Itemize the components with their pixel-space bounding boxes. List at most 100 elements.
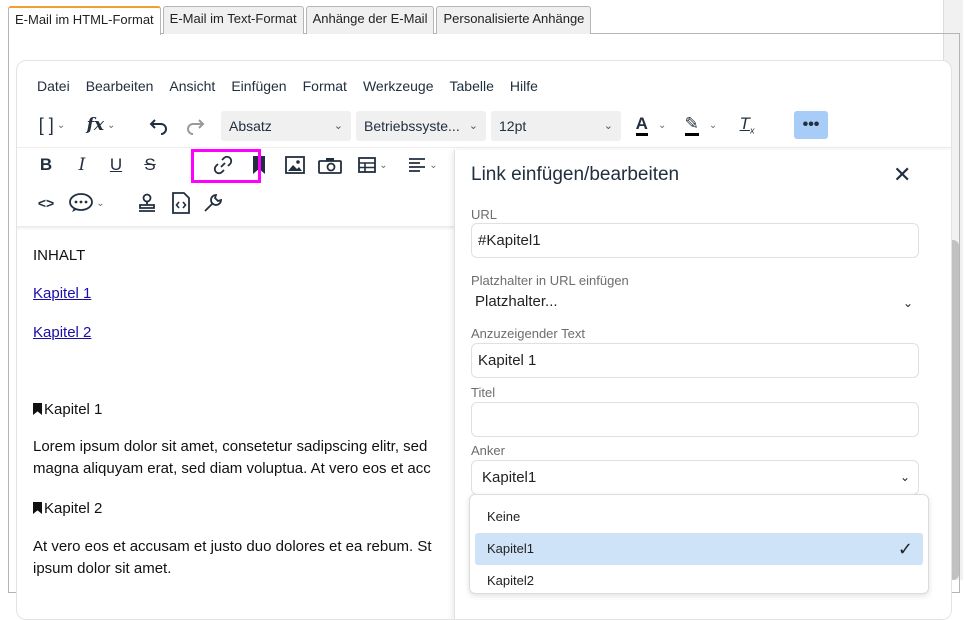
table-button[interactable]: ⌄	[353, 151, 393, 179]
menu-edit[interactable]: Bearbeiten	[78, 77, 162, 95]
title-label: Titel	[471, 385, 496, 400]
clear-format-icon: Tx	[739, 114, 755, 136]
more-icon: •••	[802, 116, 820, 133]
block-format-select[interactable]: Absatz ⌄	[221, 111, 351, 141]
anchor-option-keine[interactable]: Keine	[470, 501, 928, 533]
chevron-down-icon: ⌄	[107, 119, 116, 131]
toolbar-divider	[17, 147, 951, 148]
underline-icon: U	[109, 155, 123, 174]
anchor-select[interactable]: Kapitel1 ⌄	[471, 460, 919, 495]
strikethrough-button[interactable]: S	[139, 151, 161, 179]
highlight-box	[191, 149, 261, 183]
anchor-label: Anker	[471, 443, 505, 458]
comment-button[interactable]: ⌄	[67, 189, 107, 217]
paragraph-1-line-1: Lorem ipsum dolor sit amet, consetetur s…	[33, 438, 428, 455]
tab-html-email[interactable]: E-Mail im HTML-Format	[8, 6, 161, 35]
bookmark-icon	[33, 403, 42, 415]
text-color-button[interactable]: A ⌄	[629, 111, 673, 139]
anchor-kapitel-1: Kapitel 1	[44, 401, 103, 418]
checkmark-icon: ✓	[897, 539, 913, 559]
menu-view[interactable]: Ansicht	[161, 77, 223, 95]
chevron-down-icon: ⌄	[468, 120, 478, 132]
underline-button[interactable]: U	[105, 151, 127, 179]
fx-icon: 𝒇x	[86, 115, 105, 135]
bookmark-icon	[33, 502, 42, 514]
chevron-down-icon: ⌄	[899, 470, 910, 484]
insert-media-button[interactable]	[317, 151, 343, 179]
stamp-button[interactable]	[135, 189, 159, 217]
italic-icon: I	[78, 155, 86, 175]
toolbar-shadow	[17, 226, 457, 230]
source-code-button[interactable]: <>	[35, 189, 57, 217]
anchor-kapitel-2: Kapitel 2	[44, 500, 103, 517]
anchor-option-label: Kapitel1	[487, 541, 534, 556]
menu-table[interactable]: Tabelle	[442, 77, 502, 95]
undo-icon	[149, 119, 167, 135]
placeholder-label: Platzhalter in URL einfügen	[471, 273, 629, 288]
menubar: Datei Bearbeiten Ansicht Einfügen Format…	[29, 77, 546, 95]
menu-help[interactable]: Hilfe	[502, 77, 546, 95]
link-kapitel-2[interactable]: Kapitel 2	[33, 324, 91, 341]
highlight-color-button[interactable]: ✎ ⌄	[679, 111, 723, 139]
chevron-down-icon: ⌄	[379, 159, 388, 171]
chevron-down-icon: ⌄	[96, 197, 105, 209]
anchor-option-kapitel1[interactable]: Kapitel1 ✓	[475, 533, 923, 565]
more-toolbar-button[interactable]: •••	[794, 111, 828, 139]
display-text-input[interactable]: Kapitel 1	[471, 343, 919, 378]
settings-button[interactable]	[201, 189, 225, 217]
close-icon[interactable]: ✕	[893, 162, 911, 188]
chevron-down-icon: ⌄	[333, 120, 343, 132]
align-button[interactable]: ⌄	[403, 151, 443, 179]
text-color-icon: A	[635, 114, 648, 136]
paragraph-1-line-2: magna aliquyam erat, sed diam voluptua. …	[33, 460, 431, 477]
anchor-dropdown-list: Keine Kapitel1 ✓ Kapitel2	[469, 494, 929, 594]
strikethrough-icon: S	[144, 155, 156, 174]
menu-tools[interactable]: Werkzeuge	[355, 77, 442, 95]
dialog-title: Link einfügen/bearbeiten	[471, 164, 680, 185]
url-input[interactable]: #Kapitel1	[471, 223, 919, 258]
chevron-down-icon: ⌄	[903, 296, 914, 310]
toolbar-row-3: <> ⌄	[29, 189, 459, 219]
brackets-icon: [ ]	[38, 114, 54, 135]
placeholder-brackets-button[interactable]: [ ] ⌄	[33, 111, 71, 139]
camera-icon	[318, 158, 342, 174]
font-size-select[interactable]: 12pt ⌄	[491, 111, 621, 141]
formula-button[interactable]: 𝒇x ⌄	[81, 111, 121, 139]
font-family-value: Betriebssyste...	[364, 118, 460, 134]
chevron-down-icon: ⌄	[708, 119, 718, 131]
stamp-icon	[139, 193, 155, 212]
italic-button[interactable]: I	[71, 151, 93, 179]
content-heading: INHALT	[33, 247, 86, 264]
font-size-value: 12pt	[499, 118, 527, 134]
paragraph-2-line-2: ipsum dolor sit amet.	[33, 560, 172, 577]
chevron-down-icon: ⌄	[429, 159, 438, 171]
menu-file[interactable]: Datei	[29, 77, 78, 95]
link-kapitel-1[interactable]: Kapitel 1	[33, 285, 91, 302]
code-file-button[interactable]	[169, 189, 193, 217]
redo-button[interactable]	[181, 111, 209, 139]
image-icon	[285, 156, 305, 174]
table-icon	[358, 157, 377, 173]
align-left-icon	[409, 158, 426, 172]
tab-personalized-attachments[interactable]: Personalisierte Anhänge	[436, 6, 592, 34]
block-format-value: Absatz	[229, 118, 272, 134]
undo-button[interactable]	[145, 111, 173, 139]
display-text-label: Anzuzeigender Text	[471, 326, 585, 341]
menu-format[interactable]: Format	[295, 77, 355, 95]
toolbar-row-1: [ ] ⌄ 𝒇x ⌄ Absatz ⌄ Betriebssyste... ⌄ 12pt ⌄…	[29, 111, 929, 141]
font-family-select[interactable]: Betriebssyste... ⌄	[356, 111, 486, 141]
clear-formatting-button[interactable]: Tx	[733, 111, 761, 139]
comment-icon	[69, 193, 94, 212]
menu-insert[interactable]: Einfügen	[223, 77, 294, 95]
tab-text-email[interactable]: E-Mail im Text-Format	[162, 6, 304, 34]
anchor-select-value: Kapitel1	[482, 469, 537, 486]
url-label: URL	[471, 207, 498, 222]
chevron-down-icon: ⌄	[603, 120, 613, 132]
tab-attachments[interactable]: Anhänge der E-Mail	[305, 6, 435, 34]
highlighter-icon: ✎	[684, 114, 699, 136]
bold-icon: B	[39, 155, 53, 174]
insert-image-button[interactable]	[283, 151, 307, 179]
code-icon: <>	[37, 195, 55, 211]
title-input[interactable]	[471, 402, 919, 437]
bold-button[interactable]: B	[35, 151, 57, 179]
